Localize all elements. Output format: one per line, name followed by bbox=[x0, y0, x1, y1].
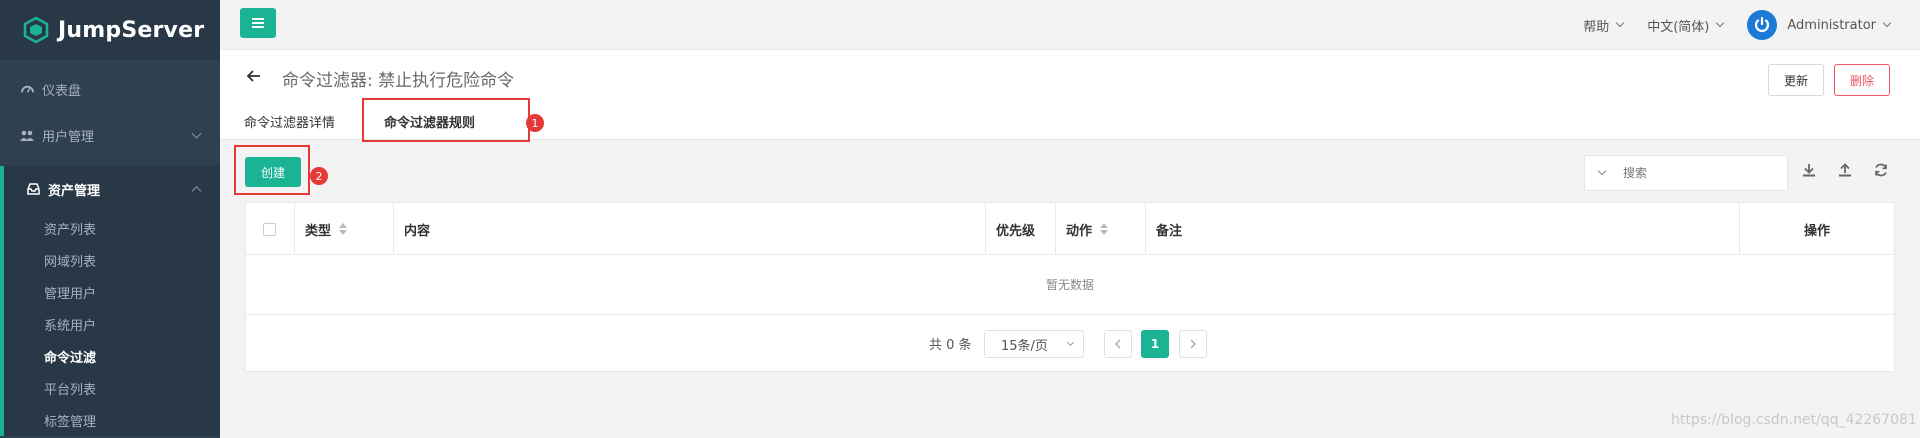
menu-toggle-button[interactable] bbox=[240, 8, 276, 38]
submenu-item-system-users[interactable]: 系统用户 bbox=[4, 308, 220, 340]
sidebar-item-label: 资产管理 bbox=[48, 183, 101, 199]
users-icon bbox=[20, 128, 34, 142]
col-priority: 优先级 bbox=[986, 203, 1056, 255]
col-action-label: 动作 bbox=[1066, 223, 1093, 239]
help-label: 帮助 bbox=[1583, 19, 1610, 35]
search-input[interactable] bbox=[1623, 166, 1773, 180]
upload-icon[interactable] bbox=[1837, 162, 1853, 178]
help-menu[interactable]: 帮助 bbox=[1583, 16, 1625, 35]
page-button-current[interactable]: 1 bbox=[1141, 330, 1169, 358]
page-size-select[interactable]: 15条/页 bbox=[984, 330, 1084, 358]
col-comment-label: 备注 bbox=[1156, 223, 1183, 239]
submenu-item-admin-users[interactable]: 管理用户 bbox=[4, 276, 220, 308]
prev-page-button[interactable] bbox=[1104, 330, 1132, 358]
language-menu[interactable]: 中文(简体) bbox=[1647, 16, 1725, 35]
chevron-down-icon bbox=[1066, 338, 1075, 347]
select-all-checkbox[interactable] bbox=[263, 222, 276, 236]
sidebar-item-label: 仪表盘 bbox=[42, 83, 82, 99]
col-content-label: 内容 bbox=[404, 223, 431, 239]
next-page-button[interactable] bbox=[1179, 330, 1207, 358]
search-box[interactable] bbox=[1584, 155, 1788, 191]
col-content: 内容 bbox=[394, 203, 986, 255]
page-title: 命令过滤器: 禁止执行危险命令 bbox=[282, 71, 515, 91]
sidebar-item-dashboard[interactable]: 仪表盘 bbox=[0, 66, 220, 112]
avatar bbox=[1747, 10, 1778, 40]
back-arrow-icon[interactable] bbox=[246, 68, 262, 84]
page-size-value: 15条/页 bbox=[1001, 338, 1048, 354]
topbar: 帮助 中文(简体) Administrator bbox=[220, 0, 1920, 50]
hamburger-icon bbox=[252, 18, 264, 28]
submenu: 资产列表 网域列表 管理用户 系统用户 命令过滤 平台列表 标签管理 bbox=[0, 212, 220, 436]
chevron-right-icon bbox=[1190, 339, 1197, 349]
logo[interactable]: JumpServer bbox=[0, 0, 220, 60]
submenu-item-label-management[interactable]: 标签管理 bbox=[4, 404, 220, 436]
chevron-down-icon bbox=[191, 128, 202, 139]
col-priority-label: 优先级 bbox=[996, 223, 1036, 239]
chevron-up-icon bbox=[191, 186, 202, 197]
inbox-icon bbox=[26, 182, 40, 196]
col-type[interactable]: 类型 bbox=[295, 203, 394, 255]
col-type-label: 类型 bbox=[305, 223, 332, 239]
delete-button[interactable]: 删除 bbox=[1834, 64, 1890, 96]
chevron-down-icon bbox=[1716, 18, 1725, 28]
pagination: 共 0 条 15条/页 1 bbox=[246, 315, 1894, 373]
user-name: Administrator bbox=[1787, 17, 1876, 33]
watermark: https://blog.csdn.net/qq_42267081 bbox=[1671, 412, 1917, 428]
chevron-down-icon bbox=[1882, 18, 1892, 28]
app-name: JumpServer bbox=[58, 17, 205, 43]
chevron-down-icon bbox=[1615, 18, 1625, 28]
sidebar-item-assets[interactable]: 资产管理 bbox=[0, 166, 220, 212]
sort-icon[interactable] bbox=[339, 223, 348, 235]
refresh-icon[interactable] bbox=[1873, 162, 1889, 178]
user-menu[interactable]: Administrator bbox=[1747, 10, 1892, 40]
rules-table: 类型 内容 优先级 动作 备注 操作 暂无数据 共 0 条 15条/页 1 bbox=[245, 202, 1895, 372]
sort-icon[interactable] bbox=[1100, 223, 1109, 235]
tab-filter-details[interactable]: 命令过滤器详情 bbox=[244, 112, 335, 131]
sidebar-item-label: 用户管理 bbox=[42, 129, 95, 145]
col-action[interactable]: 动作 bbox=[1056, 203, 1146, 255]
update-button[interactable]: 更新 bbox=[1768, 64, 1824, 96]
page-header: 命令过滤器: 禁止执行危险命令 更新 删除 命令过滤器详情 命令过滤器规则 1 bbox=[220, 50, 1920, 142]
language-label: 中文(简体) bbox=[1647, 19, 1710, 35]
col-actions: 操作 bbox=[1740, 203, 1894, 255]
submenu-item-platform-list[interactable]: 平台列表 bbox=[4, 372, 220, 404]
chevron-left-icon bbox=[1114, 339, 1121, 349]
empty-state: 暂无数据 bbox=[246, 255, 1894, 315]
chevron-down-icon[interactable] bbox=[1597, 166, 1607, 176]
create-button[interactable]: 创建 bbox=[245, 157, 301, 187]
total-count: 共 0 条 bbox=[929, 338, 972, 353]
table-header: 类型 内容 优先级 动作 备注 操作 bbox=[246, 203, 1894, 255]
download-icon[interactable] bbox=[1801, 162, 1817, 178]
sidebar: JumpServer 仪表盘 用户管理 资产管理 资产列表 网域列表 管理用户 … bbox=[0, 0, 220, 438]
jumpserver-logo-icon bbox=[23, 16, 49, 44]
annotation-marker-2: 2 bbox=[310, 167, 328, 185]
dashboard-icon bbox=[20, 82, 34, 96]
power-icon bbox=[1755, 16, 1770, 32]
annotation-box-tab bbox=[362, 98, 530, 142]
select-all-cell bbox=[246, 203, 295, 255]
col-comment: 备注 bbox=[1146, 203, 1740, 255]
submenu-item-domain-list[interactable]: 网域列表 bbox=[4, 244, 220, 276]
annotation-marker-1: 1 bbox=[526, 114, 544, 132]
submenu-item-command-filters[interactable]: 命令过滤 bbox=[4, 340, 220, 372]
col-actions-label: 操作 bbox=[1803, 223, 1830, 239]
sidebar-item-users[interactable]: 用户管理 bbox=[0, 112, 220, 158]
submenu-item-asset-list[interactable]: 资产列表 bbox=[4, 212, 220, 244]
